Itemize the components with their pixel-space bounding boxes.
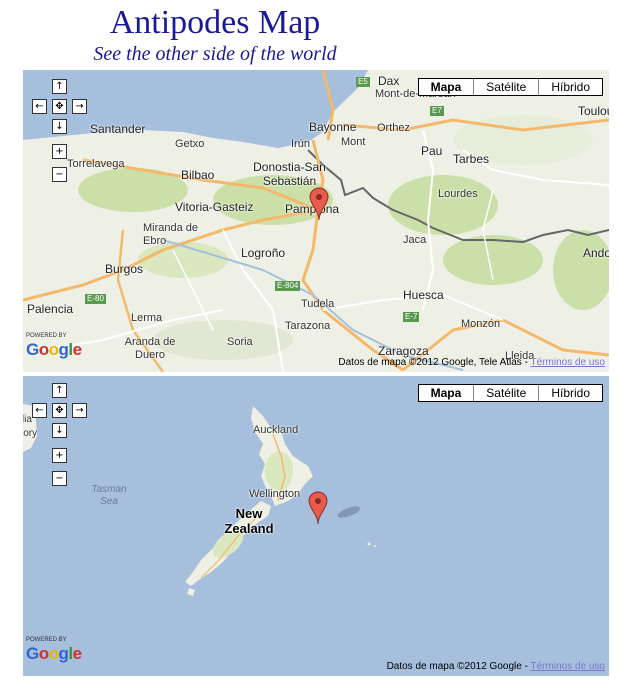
map-label: Huesca xyxy=(403,288,444,302)
pan-center-button[interactable]: ✥ xyxy=(52,99,67,114)
map-attribution: Datos de mapa ©2012 Google, Tele Atlas -… xyxy=(338,357,605,368)
map-label: Wellington xyxy=(249,488,301,500)
map-label: Zaragoza xyxy=(378,344,429,358)
map-marker-icon[interactable] xyxy=(308,491,328,525)
map-label: Soria xyxy=(227,336,253,348)
map-label: Australia xyxy=(23,414,32,425)
map-label: Irún xyxy=(291,138,310,150)
road-shield: E-804 xyxy=(275,281,301,291)
map-type-hybrid-button[interactable]: Híbrido xyxy=(538,385,602,401)
map-label: Getxo xyxy=(175,138,205,150)
map-label: Tudela xyxy=(301,298,335,310)
map-label: Santander xyxy=(90,122,146,136)
google-logo[interactable]: Google xyxy=(26,340,82,360)
zoom-in-button[interactable]: + xyxy=(52,448,67,463)
powered-by-label: POWERED BY xyxy=(26,637,67,643)
google-logo[interactable]: Google xyxy=(26,644,82,664)
map-label: New Zealand xyxy=(224,506,274,536)
powered-by-label: POWERED BY xyxy=(26,333,67,339)
map-type-map-button[interactable]: Mapa xyxy=(418,79,474,95)
page-subtitle: See the other side of the world xyxy=(93,43,337,65)
pan-center-button[interactable]: ✥ xyxy=(52,403,67,418)
map-label: Lerma xyxy=(131,312,163,324)
map-label: Auckland xyxy=(253,424,299,436)
map-marker-icon[interactable] xyxy=(309,187,329,221)
zoom-out-button[interactable]: − xyxy=(52,167,67,182)
pan-up-button[interactable]: ↑ xyxy=(52,383,67,398)
pan-right-button[interactable]: → xyxy=(72,99,87,114)
map-label: Aranda de Duero xyxy=(124,336,176,361)
map-label: Orthez xyxy=(377,122,411,134)
map-label: Andorra xyxy=(583,246,609,260)
map-label: Dax xyxy=(378,74,400,88)
map-label: Monzón xyxy=(461,318,501,330)
map-label: Burgos xyxy=(105,262,144,276)
map-label: Tasman Sea xyxy=(91,484,127,507)
map-type-satellite-button[interactable]: Satélite xyxy=(473,79,539,95)
map-label: Toulouse xyxy=(578,104,609,118)
map-type-map-button[interactable]: Mapa xyxy=(418,385,474,401)
map-label: Jaca xyxy=(403,234,427,246)
pan-up-button[interactable]: ↑ xyxy=(52,79,67,94)
map-label: Logroño xyxy=(241,246,286,260)
map-label: Tarazona xyxy=(285,320,331,332)
pan-left-button[interactable]: ← xyxy=(32,99,47,114)
pan-right-button[interactable]: → xyxy=(72,403,87,418)
map-label: Torrelavega xyxy=(67,158,125,170)
map-label: Miranda de Ebro xyxy=(143,222,199,247)
map-type-satellite-button[interactable]: Satélite xyxy=(473,385,539,401)
map-type-selector: Mapa Satélite Híbrido xyxy=(417,78,603,96)
map-label: Palencia xyxy=(27,302,74,316)
road-shield: E-7 xyxy=(403,312,420,322)
map-label: Tarbes xyxy=(453,152,490,166)
map-label: Bilbao xyxy=(181,168,215,182)
map-label: Territory xyxy=(23,428,38,439)
map-pamplona[interactable]: Mont-de-Marsan Dax Mont Bayonne Orthez P… xyxy=(23,70,609,372)
map-label: Donostia-San Sebastián xyxy=(253,160,326,188)
zoom-out-button[interactable]: − xyxy=(52,471,67,486)
map-label: Vitoria-Gasteiz xyxy=(175,200,254,214)
page-title: Antipodes Map xyxy=(109,4,321,41)
map-type-selector: Mapa Satélite Híbrido xyxy=(417,384,603,402)
map-type-hybrid-button[interactable]: Híbrido xyxy=(538,79,602,95)
map-label: Mont xyxy=(341,136,366,148)
map-antipode[interactable]: Auckland Wellington New Zealand Tasman S… xyxy=(23,376,609,676)
map-label: Pau xyxy=(421,144,443,158)
zoom-in-button[interactable]: + xyxy=(52,144,67,159)
pan-down-button[interactable]: ↓ xyxy=(52,119,67,134)
map-label: Bayonne xyxy=(309,120,357,134)
pan-left-button[interactable]: ← xyxy=(32,403,47,418)
terms-of-use-link[interactable]: Términos de uso xyxy=(531,661,605,672)
map2-base-tiles xyxy=(23,404,376,596)
pan-down-button[interactable]: ↓ xyxy=(52,423,67,438)
terms-of-use-link[interactable]: Términos de uso xyxy=(531,357,605,368)
road-shield: E-80 xyxy=(85,294,106,304)
road-shield: E5 xyxy=(356,77,370,87)
road-shield: E7 xyxy=(430,106,444,116)
map-label: Lourdes xyxy=(438,188,478,200)
map-attribution: Datos de mapa ©2012 Google - Términos de… xyxy=(386,661,605,672)
